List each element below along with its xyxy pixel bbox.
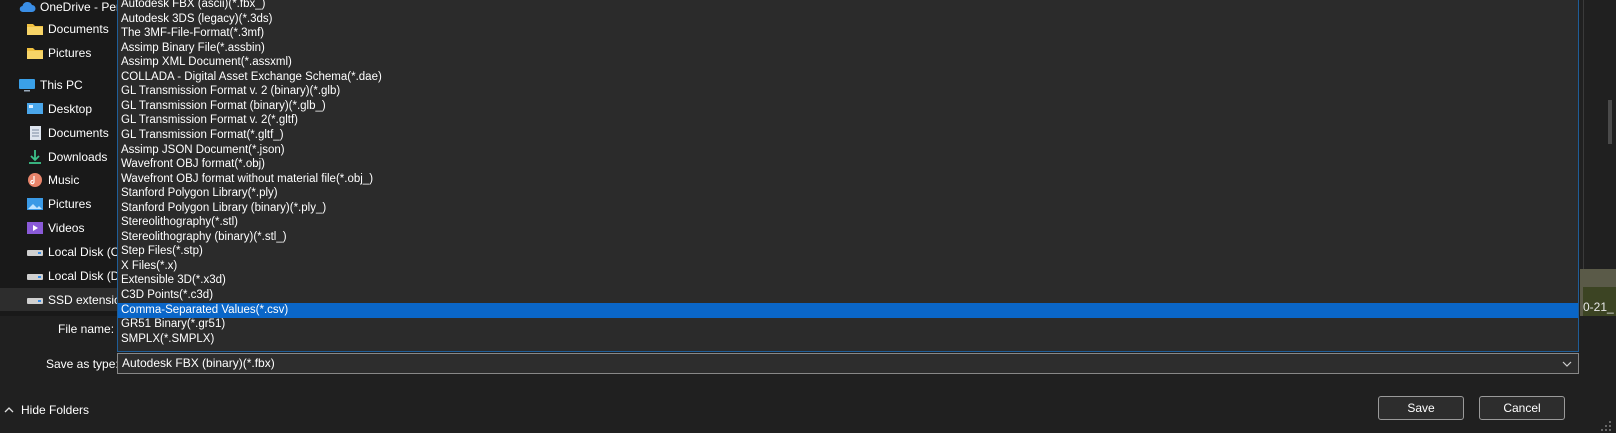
- drive-icon: [26, 292, 44, 308]
- nav-item-onedrive-per[interactable]: OneDrive - Per: [0, 0, 118, 18]
- pictures-icon: [26, 196, 44, 212]
- save-as-type-dropdown-list[interactable]: Autodesk FBX (ascii)(*.fbx_) Autodesk 3DS…: [117, 0, 1579, 352]
- nav-item-label: Downloads: [48, 149, 108, 164]
- file-type-option[interactable]: Autodesk FBX (ascii)(*.fbx_): [118, 0, 1578, 12]
- resize-grip-icon[interactable]: [1600, 420, 1612, 432]
- folder-icon: [26, 45, 44, 61]
- chevron-down-icon: [1562, 361, 1572, 367]
- hide-folders-label: Hide Folders: [21, 403, 90, 417]
- save-as-type-select[interactable]: Autodesk FBX (binary)(*.fbx): [117, 353, 1579, 374]
- nav-item-label: Documents: [48, 21, 109, 36]
- file-type-option[interactable]: COLLADA - Digital Asset Exchange Schema(…: [118, 70, 1578, 85]
- nav-item-videos[interactable]: Videos: [0, 216, 118, 239]
- file-name-label: File name:: [58, 322, 115, 336]
- file-type-option[interactable]: The 3MF-File-Format(*.3mf): [118, 26, 1578, 41]
- download-icon: [26, 149, 44, 165]
- nav-item-label: SSD extension: [48, 292, 118, 307]
- file-type-option[interactable]: Stereolithography (binary)(*.stl_): [118, 230, 1578, 245]
- nav-item-label: OneDrive - Per: [40, 0, 118, 14]
- hide-folders-button[interactable]: Hide Folders: [4, 402, 89, 418]
- nav-item-label: Music: [48, 172, 80, 187]
- file-type-option[interactable]: Step Files(*.stp): [118, 244, 1578, 259]
- file-type-option[interactable]: GL Transmission Format (binary)(*.glb_): [118, 99, 1578, 114]
- file-type-option[interactable]: GR51 Binary(*.gr51): [118, 317, 1578, 332]
- nav-item-pictures[interactable]: Pictures: [0, 192, 118, 215]
- nav-item-label: Local Disk (D:: [48, 268, 118, 283]
- nav-item-downloads[interactable]: Downloads: [0, 145, 118, 168]
- file-type-option[interactable]: GL Transmission Format(*.gltf_): [118, 128, 1578, 143]
- save-button[interactable]: Save: [1378, 396, 1464, 420]
- save-as-type-label: Save as type:: [46, 357, 119, 371]
- file-type-option[interactable]: Stanford Polygon Library (binary)(*.ply_…: [118, 201, 1578, 216]
- documents-icon: [26, 125, 44, 141]
- nav-item-documents[interactable]: Documents: [0, 17, 118, 40]
- nav-item-label: Documents: [48, 125, 109, 140]
- file-type-option[interactable]: Assimp JSON Document(*.json): [118, 143, 1578, 158]
- nav-item-label: Pictures: [48, 45, 92, 60]
- nav-item-music[interactable]: Music: [0, 168, 118, 191]
- nav-item-this-pc[interactable]: This PC: [0, 73, 118, 96]
- save-as-dialog: OneDrive - Per Documents Pictures This PC De…: [0, 0, 1616, 433]
- nav-item-label: Videos: [48, 220, 85, 235]
- file-type-option[interactable]: Assimp Binary File(*.assbin): [118, 41, 1578, 56]
- nav-item-local-disk-c[interactable]: Local Disk (C:: [0, 240, 118, 263]
- scrollbar-thumb[interactable]: [1608, 100, 1612, 144]
- file-type-option[interactable]: Autodesk 3DS (legacy)(*.3ds): [118, 12, 1578, 27]
- navigation-pane[interactable]: OneDrive - Per Documents Pictures This PC De…: [0, 0, 118, 316]
- nav-item-pictures[interactable]: Pictures: [0, 41, 118, 64]
- nav-item-ssd-extension[interactable]: SSD extension: [0, 288, 118, 311]
- drive-icon: [26, 244, 44, 260]
- folder-icon: [26, 21, 44, 37]
- file-type-option[interactable]: GL Transmission Format v. 2 (binary)(*.g…: [118, 84, 1578, 99]
- file-type-option[interactable]: Wavefront OBJ format(*.obj): [118, 157, 1578, 172]
- cloud-icon: [18, 0, 36, 15]
- desktop-icon: [26, 101, 44, 117]
- save-as-type-value: Autodesk FBX (binary)(*.fbx): [122, 356, 275, 370]
- videos-icon: [26, 220, 44, 236]
- file-type-option[interactable]: Assimp XML Document(*.assxml): [118, 55, 1578, 70]
- nav-item-desktop[interactable]: Desktop: [0, 97, 118, 120]
- nav-item-local-disk-d[interactable]: Local Disk (D:: [0, 264, 118, 287]
- file-type-option[interactable]: Stereolithography(*.stl): [118, 215, 1578, 230]
- file-type-option[interactable]: Extensible 3D(*.x3d): [118, 273, 1578, 288]
- file-type-option[interactable]: C3D Points(*.c3d): [118, 288, 1578, 303]
- file-type-option[interactable]: GL Transmission Format v. 2(*.gltf): [118, 113, 1578, 128]
- drive-icon: [26, 268, 44, 284]
- nav-item-label: Pictures: [48, 196, 92, 211]
- computer-icon: [18, 77, 36, 93]
- file-type-option[interactable]: X Files(*.x): [118, 259, 1578, 274]
- file-type-option[interactable]: Stanford Polygon Library(*.ply): [118, 186, 1578, 201]
- music-icon: [26, 172, 44, 188]
- nav-item-documents[interactable]: Documents: [0, 121, 118, 144]
- file-type-option[interactable]: SMPLX(*.SMPLX): [118, 332, 1578, 347]
- file-type-option[interactable]: Wavefront OBJ format without material fi…: [118, 172, 1578, 187]
- nav-item-label: This PC: [40, 77, 83, 92]
- file-type-option[interactable]: Comma-Separated Values(*.csv): [118, 302, 1578, 318]
- divider: [1583, 0, 1584, 269]
- nav-item-label: Local Disk (C:: [48, 244, 118, 259]
- background-partial-text: 0-21_: [1583, 300, 1614, 314]
- cancel-button[interactable]: Cancel: [1479, 396, 1565, 420]
- chevron-up-icon: [4, 407, 14, 413]
- nav-item-label: Desktop: [48, 101, 93, 116]
